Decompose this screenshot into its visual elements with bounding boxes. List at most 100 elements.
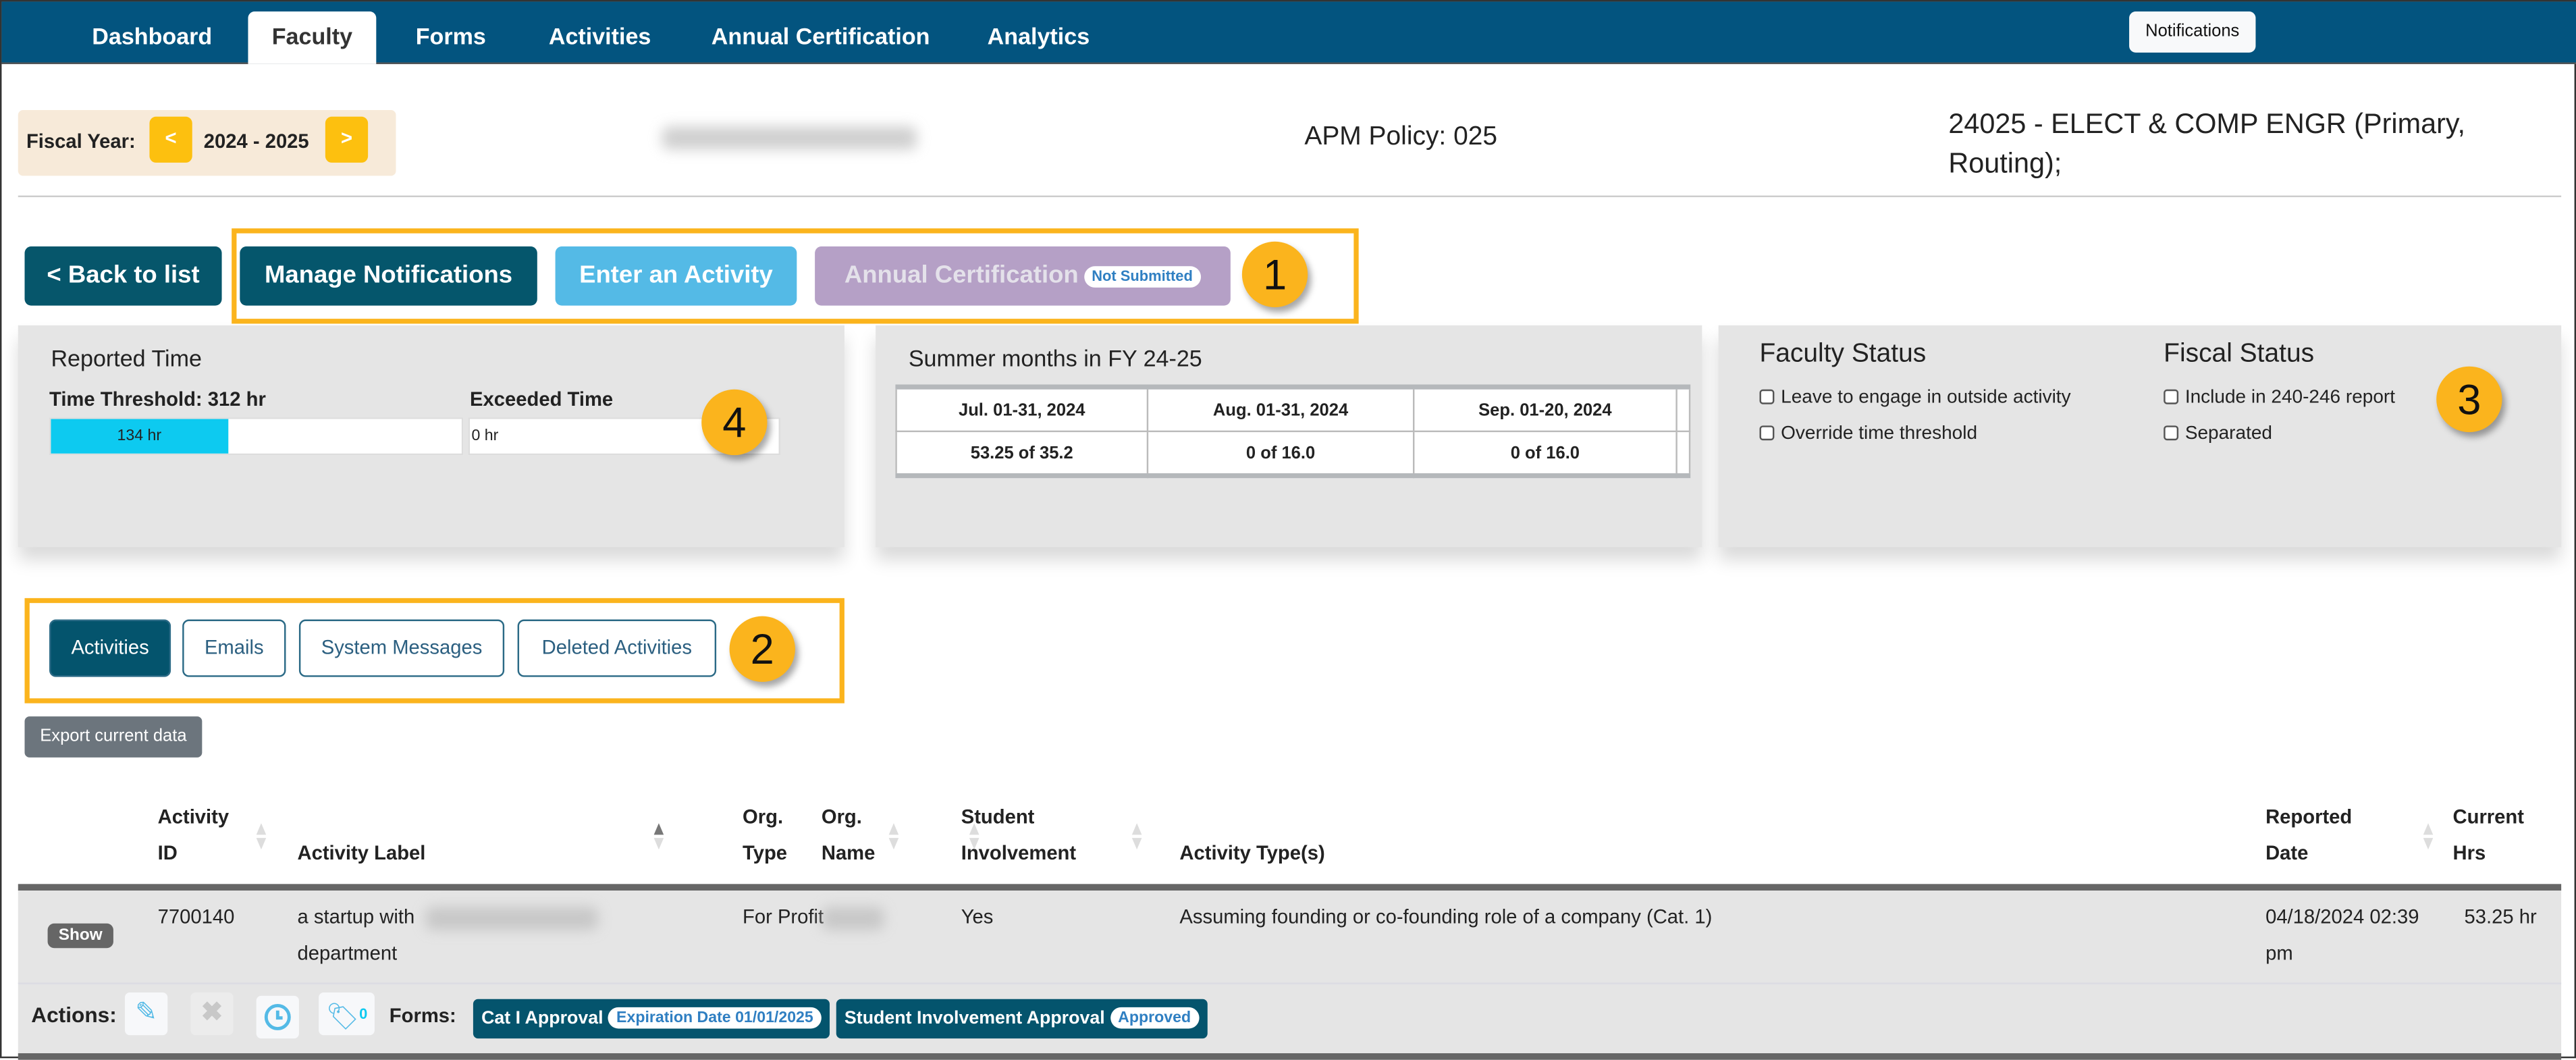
form-name: Student Involvement Approval bbox=[844, 1009, 1105, 1029]
sort-icon[interactable] bbox=[2423, 823, 2434, 850]
annual-certification-label: Annual Certification bbox=[844, 261, 1079, 290]
notifications-button[interactable]: Notifications bbox=[2129, 11, 2256, 53]
nav-tab-activities[interactable]: Activities bbox=[529, 11, 671, 64]
col-org-name[interactable]: Org. Name bbox=[822, 799, 876, 871]
checkbox-label: Override time threshold bbox=[1781, 423, 1978, 444]
threshold-label: Time Threshold: 312 hr bbox=[49, 388, 266, 411]
override-checkbox[interactable]: Override time threshold bbox=[1759, 424, 1977, 444]
cell-activity-type: Assuming founding or co-founding role of… bbox=[1179, 905, 1713, 929]
tab-activities[interactable]: Activities bbox=[49, 619, 171, 677]
col-current-hrs[interactable]: Current Hrs bbox=[2453, 799, 2524, 871]
summer-title: Summer months in FY 24-25 bbox=[908, 345, 1202, 372]
show-button[interactable]: Show bbox=[47, 923, 113, 949]
tag-count: 0 bbox=[359, 1005, 368, 1022]
checkbox-label: Leave to engage in outside activity bbox=[1781, 388, 2071, 408]
fiscal-year-selector: Fiscal Year: < 2024 - 2025 > bbox=[18, 110, 396, 176]
forms-label: Forms: bbox=[389, 1003, 456, 1028]
cell-current-hrs: 53.25 hr bbox=[2464, 905, 2537, 929]
nav-tab-annual-certification[interactable]: Annual Certification bbox=[692, 11, 950, 64]
form-student-involvement-approval[interactable]: Student Involvement Approval Approved bbox=[836, 999, 1208, 1039]
enter-activity-button[interactable]: Enter an Activity bbox=[555, 246, 797, 306]
threshold-progress-bar: 134 hr bbox=[49, 417, 464, 456]
month-value: 53.25 of 35.2 bbox=[895, 430, 1149, 477]
cell-label-end: department bbox=[297, 941, 398, 965]
nav-tab-analytics[interactable]: Analytics bbox=[967, 11, 1109, 64]
col-org-type[interactable]: Org. Type bbox=[743, 799, 787, 871]
expiration-badge: Expiration Date 01/01/2025 bbox=[608, 1007, 822, 1029]
leave-checkbox[interactable]: Leave to engage in outside activity bbox=[1759, 388, 2071, 408]
col-activity-label[interactable]: Activity Label bbox=[297, 834, 425, 871]
divider bbox=[18, 195, 2562, 198]
next-year-button[interactable]: > bbox=[325, 116, 369, 163]
summer-table: Jul. 01-31, 2024 Aug. 01-31, 2024 Sep. 01-… bbox=[895, 384, 1691, 479]
sort-icon[interactable] bbox=[256, 823, 267, 850]
month-header: Aug. 01-31, 2024 bbox=[1146, 386, 1415, 433]
month-value: 0 of 16.0 bbox=[1146, 430, 1415, 477]
table-header-border bbox=[18, 884, 2562, 891]
manage-notifications-button[interactable]: Manage Notifications bbox=[240, 246, 537, 306]
reported-time-panel: Reported Time Time Threshold: 312 hr Exc… bbox=[18, 325, 844, 548]
cell-reported-date: 04/18/2024 02:39 pm bbox=[2265, 905, 2419, 965]
sort-icon[interactable] bbox=[1131, 823, 1142, 850]
faculty-status-title: Faculty Status bbox=[1759, 340, 1927, 369]
back-to-list-button[interactable]: < Back to list bbox=[24, 246, 222, 306]
callout-2: 2 bbox=[729, 616, 795, 682]
col-activity-types[interactable]: Activity Type(s) bbox=[1179, 834, 1324, 871]
nav-tab-forms[interactable]: Forms bbox=[396, 11, 506, 64]
row-separator bbox=[18, 982, 2562, 984]
top-nav: Dashboard Faculty Forms Activities Annua… bbox=[1, 1, 2576, 64]
department: 24025 - ELECT & COMP ENGR (Primary, Rout… bbox=[1948, 108, 2465, 180]
checkbox-label: Separated bbox=[2184, 423, 2272, 444]
annual-certification-button[interactable]: Annual Certification Not Submitted bbox=[815, 246, 1231, 306]
checkbox[interactable] bbox=[2164, 425, 2179, 441]
col-activity-id[interactable]: Activity ID bbox=[158, 799, 230, 871]
sort-icon[interactable] bbox=[705, 823, 715, 849]
approved-badge: Approved bbox=[1110, 1007, 1200, 1029]
checkbox[interactable] bbox=[1759, 425, 1775, 441]
separated-checkbox[interactable]: Separated bbox=[2164, 424, 2272, 444]
form-cat-i-approval[interactable]: Cat I Approval Expiration Date 01/01/2025 bbox=[473, 999, 830, 1039]
cell-label-start: a startup with bbox=[297, 905, 415, 929]
month-value: 0 of 16.0 bbox=[1412, 430, 1678, 477]
org-name-redacted bbox=[821, 907, 884, 930]
export-button[interactable]: Export current data bbox=[24, 716, 203, 758]
sort-icon[interactable] bbox=[888, 823, 899, 850]
sort-asc-icon[interactable] bbox=[653, 823, 664, 850]
fiscal-status-title: Fiscal Status bbox=[2164, 340, 2315, 369]
delete-x-icon[interactable]: ✖ bbox=[190, 992, 234, 1036]
col-reported-date[interactable]: Reported Date bbox=[2265, 799, 2352, 871]
tab-deleted-activities[interactable]: Deleted Activities bbox=[517, 619, 717, 677]
reported-time-title: Reported Time bbox=[51, 345, 202, 372]
month-header: Sep. 01-20, 2024 bbox=[1412, 386, 1678, 433]
sort-icon[interactable] bbox=[969, 823, 980, 850]
tags-icon[interactable]: 🏷0 bbox=[319, 992, 375, 1036]
checkbox-label: Include in 240-246 report bbox=[2184, 388, 2396, 408]
fiscal-year-value: 2024 - 2025 bbox=[203, 130, 309, 153]
include-report-checkbox[interactable]: Include in 240-246 report bbox=[2164, 388, 2396, 408]
apm-policy: APM Policy: 025 bbox=[1304, 123, 1498, 151]
nav-tab-faculty[interactable]: Faculty bbox=[248, 11, 377, 64]
tab-emails[interactable]: Emails bbox=[182, 619, 286, 677]
table-bottom-border bbox=[18, 1053, 2562, 1060]
cell-student: Yes bbox=[961, 905, 994, 929]
edit-pencil-icon[interactable]: ✎ bbox=[124, 992, 168, 1036]
status-panel: Faculty Status Fiscal Status Leave to en… bbox=[1718, 325, 2562, 548]
actions-label: Actions: bbox=[31, 1002, 117, 1028]
history-clock-icon[interactable] bbox=[256, 995, 299, 1039]
cell-org-type: For Profit bbox=[743, 905, 824, 929]
tab-system-messages[interactable]: System Messages bbox=[298, 619, 505, 677]
summer-months-panel: Summer months in FY 24-25 Jul. 01-31, 20… bbox=[876, 325, 1702, 548]
checkbox[interactable] bbox=[2164, 389, 2179, 404]
exceeded-label: Exceeded Time bbox=[470, 388, 614, 411]
fiscal-year-label: Fiscal Year: bbox=[26, 130, 136, 153]
callout-4: 4 bbox=[701, 389, 768, 456]
activity-label-redacted bbox=[425, 907, 598, 930]
checkbox[interactable] bbox=[1759, 389, 1775, 404]
month-header: Jul. 01-31, 2024 bbox=[895, 386, 1149, 433]
prev-year-button[interactable]: < bbox=[149, 116, 192, 163]
faculty-name-redacted bbox=[662, 126, 917, 150]
nav-tab-dashboard[interactable]: Dashboard bbox=[72, 11, 232, 64]
callout-1: 1 bbox=[1241, 241, 1308, 308]
faculty-page: Dashboard Faculty Forms Activities Annua… bbox=[0, 0, 2576, 1060]
not-submitted-badge: Not Submitted bbox=[1083, 266, 1202, 288]
